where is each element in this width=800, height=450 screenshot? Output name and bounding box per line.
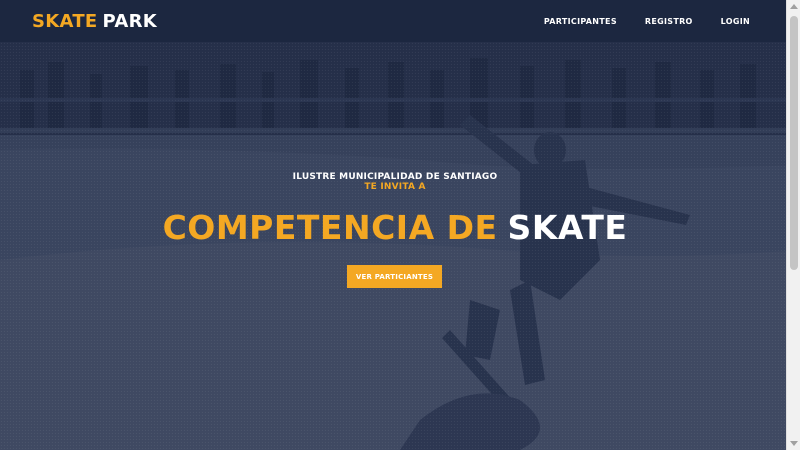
nav-link-registro[interactable]: REGISTRO xyxy=(645,17,693,26)
brand-part-skate: SKATE xyxy=(32,10,98,32)
nav-links: PARTICIPANTES REGISTRO LOGIN xyxy=(544,17,750,26)
view-participants-button[interactable]: VER PARTICIANTES xyxy=(347,265,442,288)
scroll-thumb[interactable] xyxy=(790,16,798,270)
nav-link-participantes[interactable]: PARTICIPANTES xyxy=(544,17,617,26)
landing-page: SKATE PARK PARTICIPANTES REGISTRO LOGIN I… xyxy=(0,0,800,450)
scroll-down-arrow-icon[interactable] xyxy=(790,441,798,446)
vertical-scrollbar[interactable] xyxy=(786,0,800,450)
headline-skate: SKATE xyxy=(507,208,628,247)
brand-part-park: PARK xyxy=(102,10,158,32)
scroll-up-arrow-icon[interactable] xyxy=(790,4,798,9)
brand-logo[interactable]: SKATE PARK xyxy=(32,11,157,32)
hero-invite: TE INVITA A xyxy=(364,182,426,192)
hero-presenter: ILUSTRE MUNICIPALIDAD DE SANTIAGO xyxy=(292,172,498,182)
top-navbar: SKATE PARK PARTICIPANTES REGISTRO LOGIN xyxy=(0,0,786,42)
hero-section: ILUSTRE MUNICIPALIDAD DE SANTIAGO TE INV… xyxy=(0,0,786,450)
hero-headline: COMPETENCIA DE SKATE xyxy=(0,208,790,247)
nav-link-login[interactable]: LOGIN xyxy=(721,17,750,26)
headline-competencia-de: COMPETENCIA DE xyxy=(162,208,498,247)
